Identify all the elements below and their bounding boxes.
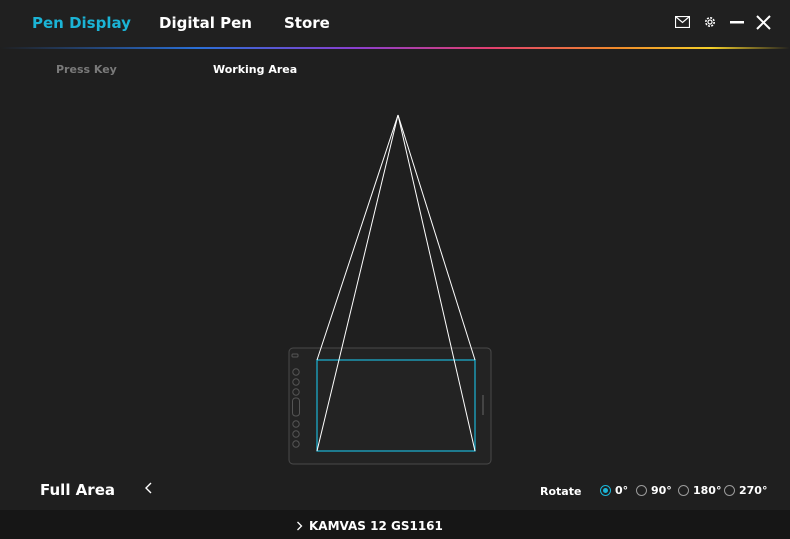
radio-icon: [678, 484, 689, 496]
rotate-option-label: 180°: [693, 483, 722, 497]
radio-selected-icon: [600, 484, 611, 496]
rotate-option-label: 270°: [739, 483, 768, 497]
device-name: KAMVAS 12 GS1161: [309, 519, 443, 533]
rotate-label: Rotate: [540, 485, 582, 498]
tablet-device: [288, 347, 492, 465]
area-mode-label: Full Area: [40, 481, 115, 499]
chevron-left-icon[interactable]: [143, 480, 153, 496]
rotate-option-0[interactable]: 0°: [600, 483, 628, 497]
working-area-preview: [288, 114, 492, 465]
rotate-option-270[interactable]: 270°: [724, 483, 767, 497]
device-selector[interactable]: KAMVAS 12 GS1161: [296, 519, 443, 533]
rotate-option-180[interactable]: 180°: [678, 483, 721, 497]
rotate-option-90[interactable]: 90°: [636, 483, 672, 497]
radio-icon: [636, 484, 647, 496]
tablet-logo: [482, 395, 484, 415]
rotate-option-label: 90°: [651, 483, 672, 497]
rotate-option-label: 0°: [615, 483, 629, 497]
radio-icon: [724, 484, 735, 496]
chevron-right-icon: [297, 521, 303, 531]
